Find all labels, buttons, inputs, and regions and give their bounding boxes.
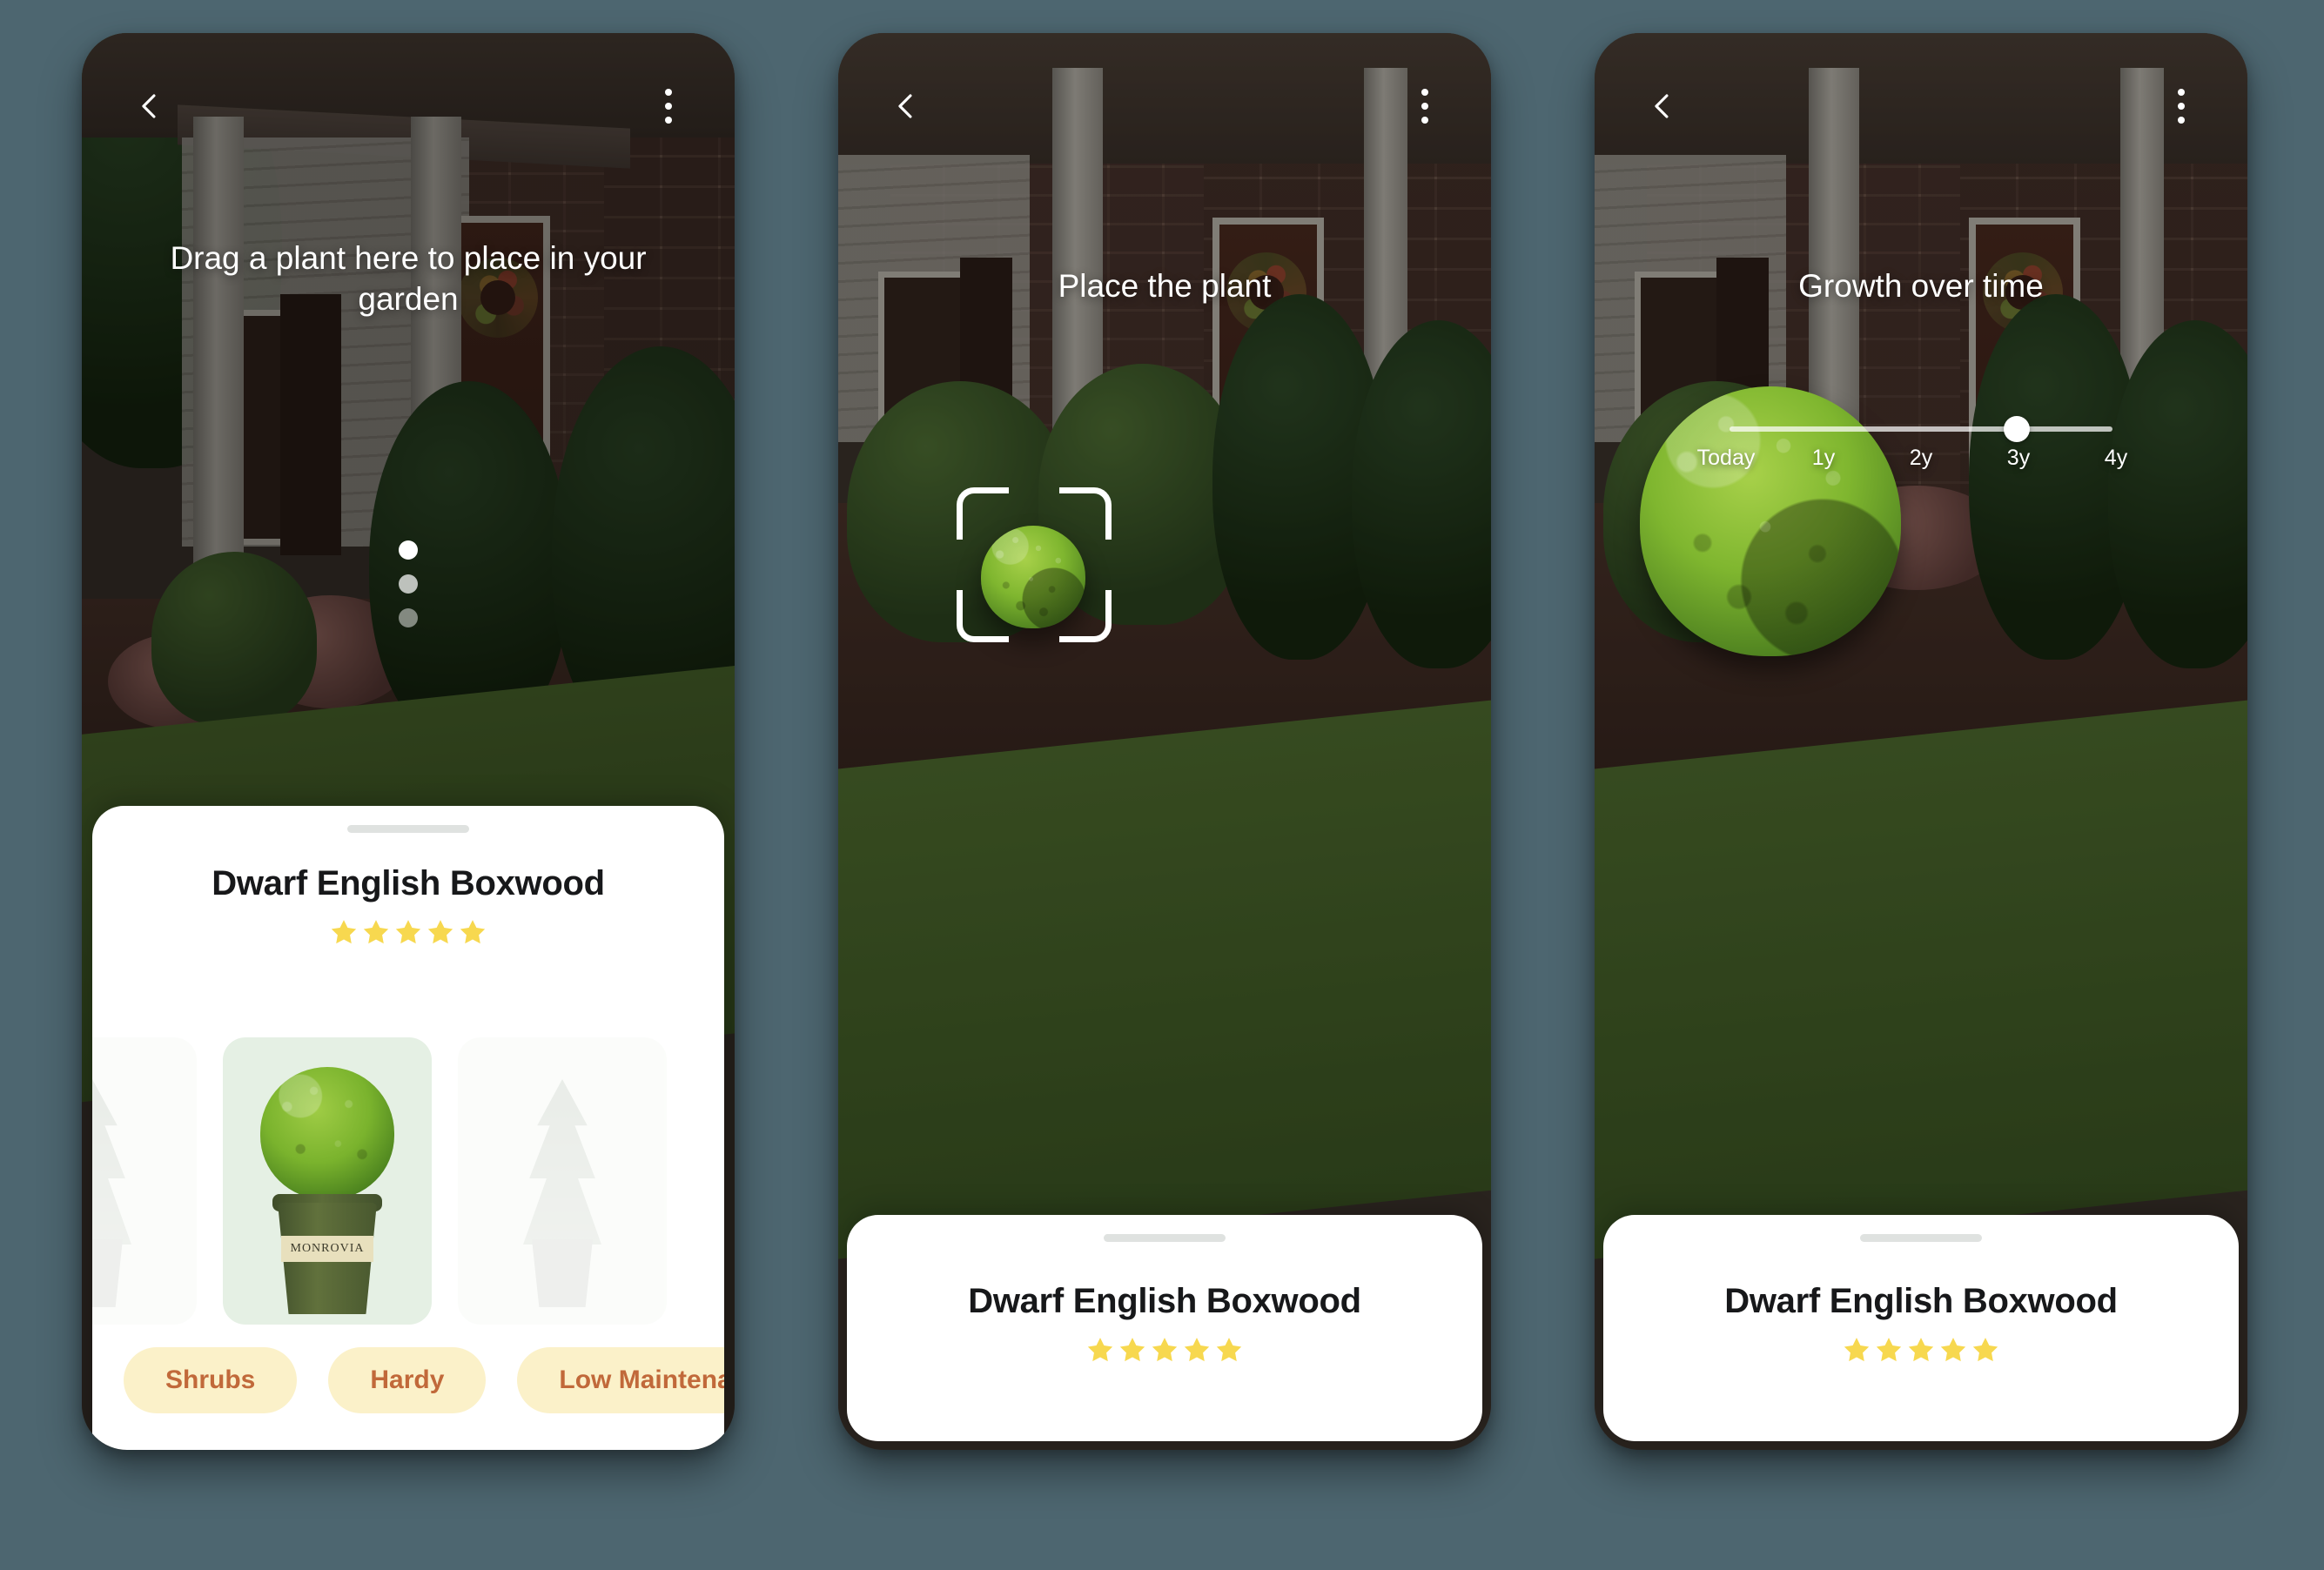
plant-tag-track: Shrubs Hardy Low Maintenance (124, 1347, 724, 1413)
growth-label-3y[interactable]: 3y (1970, 446, 2067, 471)
more-vertical-icon-dot (2178, 103, 2185, 110)
page-dot-2[interactable] (399, 574, 418, 594)
growth-label-today[interactable]: Today (1677, 446, 1775, 471)
plant-tag-hardy[interactable]: Hardy (328, 1347, 487, 1413)
reticle-corner-bottom-left (957, 590, 1009, 642)
placement-hint-text: Drag a plant here to place in your garde… (170, 240, 647, 317)
star-icon (460, 920, 486, 944)
conifer-pot (532, 1239, 593, 1307)
more-vertical-icon-dot (2178, 117, 2185, 124)
more-options-button[interactable] (644, 82, 693, 131)
conifer-thumbnail (92, 1062, 158, 1314)
star-icon (331, 920, 357, 944)
star-icon (427, 920, 453, 944)
star-icon (1908, 1338, 1934, 1362)
star-icon (1972, 1338, 1998, 1362)
phone-screen-place-the-plant: Place the plant Dwarf English Boxwood (838, 33, 1491, 1450)
placement-hint-text: Place the plant (1058, 268, 1272, 304)
plant-carousel-item-selected[interactable]: MONROVIA (223, 1037, 432, 1325)
boxwood-foliage (260, 1067, 394, 1199)
more-vertical-icon-dot (1421, 103, 1428, 110)
star-icon (1184, 1338, 1210, 1362)
chevron-left-icon (898, 94, 912, 118)
star-icon (1119, 1338, 1145, 1362)
ar-target-reticle (957, 487, 1112, 642)
growth-timeline[interactable]: Today 1y 2y 3y 4y (1595, 416, 2247, 471)
conifer-foliage (523, 1079, 601, 1245)
top-bar (1595, 33, 2247, 155)
star-icon (1940, 1338, 1966, 1362)
more-vertical-icon-dot (665, 103, 672, 110)
plant-detail-sheet[interactable]: Dwarf English Boxwood (92, 806, 724, 1450)
sheet-drag-handle[interactable] (1104, 1234, 1226, 1242)
rating-stars (92, 917, 724, 947)
plant-name: Dwarf English Boxwood (1724, 1282, 2118, 1320)
growth-label-2y[interactable]: 2y (1872, 446, 1970, 471)
reticle-corner-top-left (957, 487, 1009, 540)
star-icon (1876, 1338, 1902, 1362)
back-button[interactable] (1638, 82, 1687, 131)
back-button[interactable] (882, 82, 930, 131)
reticle-corner-top-right (1059, 487, 1112, 540)
more-vertical-icon-dot (2178, 89, 2185, 96)
star-icon (1216, 1338, 1242, 1362)
more-options-button[interactable] (2157, 82, 2206, 131)
plant-carousel-item-next[interactable] (458, 1037, 667, 1325)
back-button[interactable] (125, 82, 174, 131)
plant-detail-sheet[interactable]: Dwarf English Boxwood (847, 1215, 1482, 1441)
growth-slider-track[interactable] (1730, 416, 2112, 442)
more-vertical-icon-dot (1421, 117, 1428, 124)
pot-brand-label: MONROVIA (281, 1236, 373, 1262)
star-icon (1087, 1338, 1113, 1362)
plant-name: Dwarf English Boxwood (968, 1282, 1361, 1320)
plant-carousel-item-previous[interactable] (92, 1037, 197, 1325)
plant-name: Dwarf English Boxwood (212, 864, 605, 902)
star-icon (1152, 1338, 1178, 1362)
top-bar (838, 33, 1491, 155)
screenshot-stage: Drag a plant here to place in your garde… (0, 0, 2324, 1570)
conifer-thumbnail (497, 1062, 628, 1314)
growth-slider-thumb[interactable] (2004, 416, 2030, 442)
sheet-drag-handle[interactable] (1860, 1234, 1982, 1242)
top-bar (82, 33, 735, 155)
chevron-left-icon (1655, 94, 1669, 118)
plant-carousel-track[interactable]: MONROVIA (92, 1037, 667, 1325)
chevron-left-icon (142, 94, 156, 118)
plant-detail-sheet[interactable]: Dwarf English Boxwood (1603, 1215, 2239, 1441)
rating-stars (847, 1335, 1482, 1365)
star-icon (395, 920, 421, 944)
sheet-drag-handle[interactable] (347, 825, 469, 833)
plant-carousel[interactable]: MONROVIA (92, 1037, 724, 1325)
reticle-corner-bottom-right (1059, 590, 1112, 642)
more-options-button[interactable] (1400, 82, 1449, 131)
star-icon (1844, 1338, 1870, 1362)
rating-stars (1603, 1335, 2239, 1365)
conifer-foliage (92, 1079, 131, 1245)
conifer-pot (92, 1239, 123, 1307)
plant-tag-low-maintenance[interactable]: Low Maintenance (517, 1347, 724, 1413)
growth-slider-labels: Today 1y 2y 3y 4y (1677, 446, 2165, 471)
star-icon (363, 920, 389, 944)
growth-title-text: Growth over time (1798, 268, 2044, 304)
more-vertical-icon-dot (665, 89, 672, 96)
page-indicator[interactable] (399, 540, 418, 627)
more-vertical-icon-dot (665, 117, 672, 124)
plant-tag-row[interactable]: Shrubs Hardy Low Maintenance (92, 1347, 724, 1413)
page-dot-3[interactable] (399, 608, 418, 627)
more-vertical-icon-dot (1421, 89, 1428, 96)
growth-label-4y[interactable]: 4y (2067, 446, 2165, 471)
growth-label-1y[interactable]: 1y (1775, 446, 1872, 471)
page-dot-1[interactable] (399, 540, 418, 560)
phone-screen-growth-over-time: Growth over time Today 1y 2y 3y 4y Dwarf… (1595, 33, 2247, 1450)
plant-tag-shrubs[interactable]: Shrubs (124, 1347, 298, 1413)
phone-screen-drag-to-place: Drag a plant here to place in your garde… (82, 33, 735, 1450)
boxwood-thumbnail: MONROVIA (253, 1062, 401, 1314)
